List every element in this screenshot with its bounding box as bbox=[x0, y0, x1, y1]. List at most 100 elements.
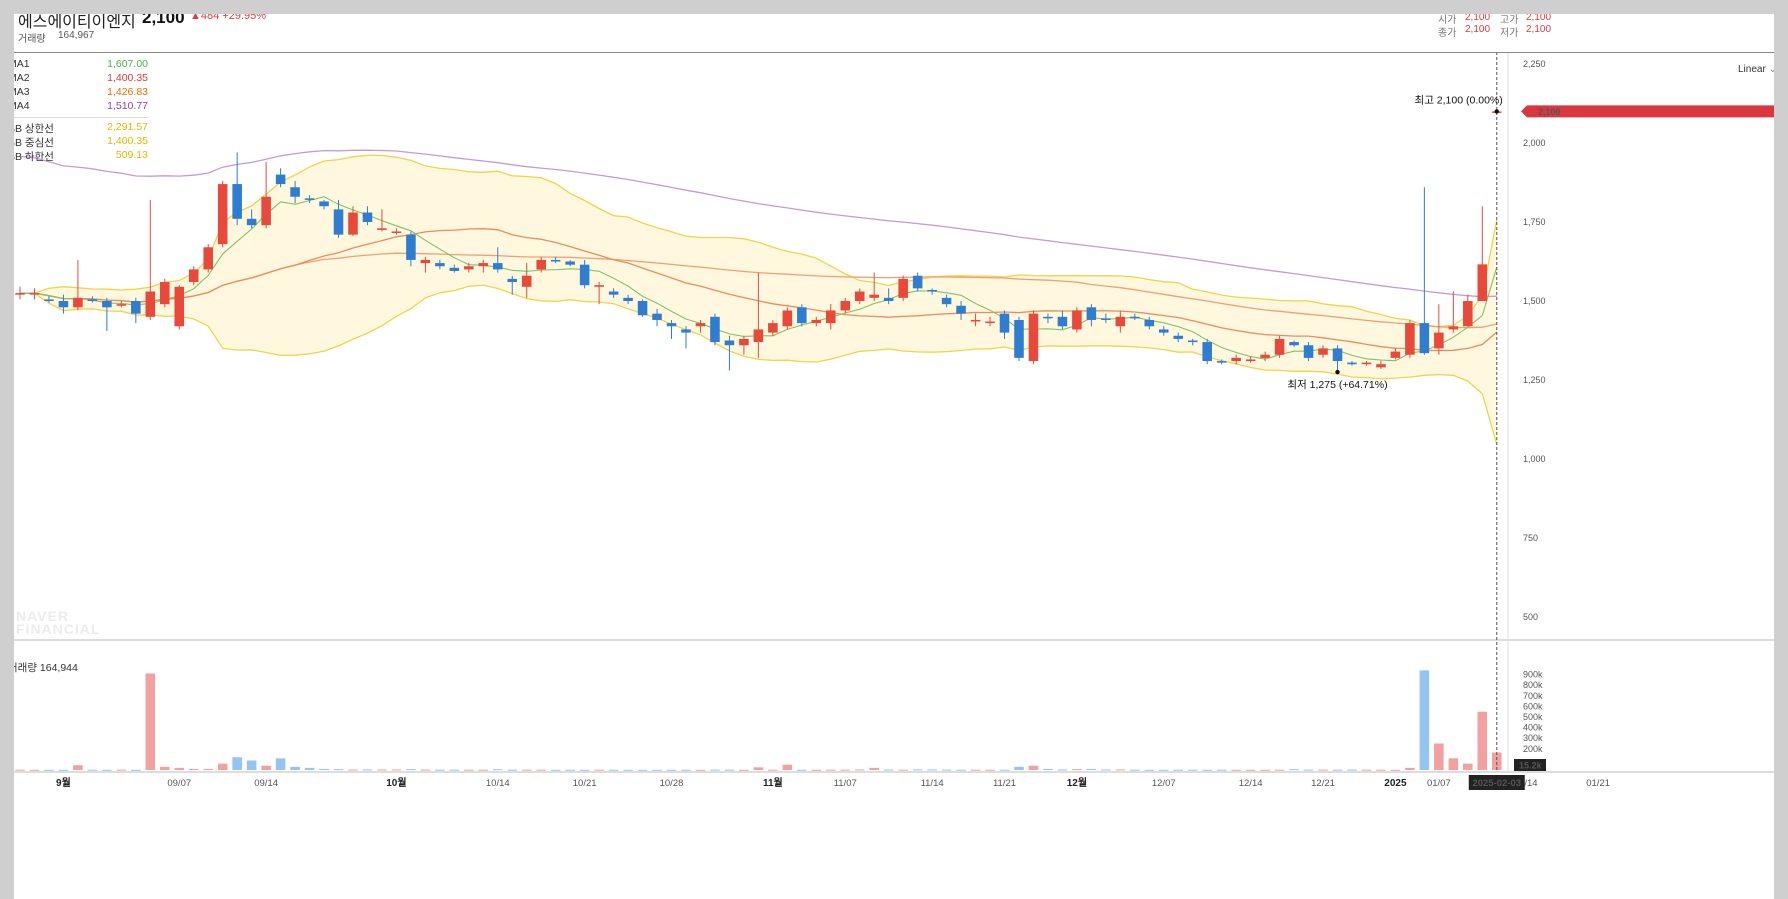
volume-bar[interactable] bbox=[999, 769, 1010, 771]
volume-bar[interactable] bbox=[1376, 769, 1386, 771]
volume-bar[interactable] bbox=[58, 769, 69, 771]
candle-body[interactable] bbox=[1086, 307, 1097, 320]
volume-bar[interactable] bbox=[145, 673, 156, 770]
volume-bar[interactable] bbox=[304, 767, 315, 770]
candle-body[interactable] bbox=[160, 282, 170, 305]
candle-body[interactable] bbox=[217, 184, 228, 245]
volume-bar[interactable] bbox=[232, 757, 242, 770]
volume-bar[interactable] bbox=[1260, 769, 1270, 771]
candle-body[interactable] bbox=[637, 301, 648, 316]
volume-bar[interactable] bbox=[1043, 768, 1053, 770]
volume-bar[interactable] bbox=[29, 769, 40, 771]
candle-body[interactable] bbox=[956, 305, 966, 314]
volume-bar[interactable] bbox=[739, 769, 749, 771]
legend-ma4[interactable]: MA4 1,510.77 bbox=[14, 100, 148, 114]
candle-body[interactable] bbox=[854, 291, 865, 301]
volume-bar[interactable] bbox=[492, 769, 503, 771]
candle-body[interactable] bbox=[73, 297, 83, 308]
volume-bar[interactable] bbox=[348, 769, 358, 771]
volume-bar[interactable] bbox=[449, 769, 460, 771]
candle-body[interactable] bbox=[188, 269, 199, 283]
candle-body[interactable] bbox=[1390, 351, 1401, 358]
candle-body[interactable] bbox=[912, 275, 923, 289]
candle-body[interactable] bbox=[87, 299, 98, 301]
volume-bar[interactable] bbox=[246, 760, 257, 770]
volume-bar[interactable] bbox=[1274, 769, 1285, 771]
volume-bar[interactable] bbox=[319, 768, 329, 770]
volume-bar[interactable] bbox=[550, 769, 561, 771]
volume-bar[interactable] bbox=[1419, 670, 1430, 770]
candle-body[interactable] bbox=[695, 323, 706, 327]
volume-bar[interactable] bbox=[362, 769, 373, 771]
volume-bar[interactable] bbox=[116, 769, 127, 771]
candle-body[interactable] bbox=[883, 297, 894, 301]
candle-body[interactable] bbox=[290, 187, 300, 197]
candle-body[interactable] bbox=[927, 289, 937, 292]
volume-bar[interactable] bbox=[1028, 765, 1039, 770]
candle-body[interactable] bbox=[825, 310, 836, 324]
candle-body[interactable] bbox=[1173, 335, 1184, 339]
candle-body[interactable] bbox=[1057, 316, 1068, 327]
candle-body[interactable] bbox=[232, 184, 242, 219]
candle-body[interactable] bbox=[1130, 316, 1140, 319]
volume-bar[interactable] bbox=[1245, 769, 1256, 771]
candle-body[interactable] bbox=[739, 338, 749, 346]
candle-body[interactable] bbox=[1477, 264, 1488, 301]
volume-bar[interactable] bbox=[1477, 711, 1488, 770]
candle-body[interactable] bbox=[652, 313, 662, 320]
candle-body[interactable] bbox=[521, 275, 532, 287]
candle-body[interactable] bbox=[174, 286, 185, 327]
candle-body[interactable] bbox=[710, 316, 720, 343]
volume-bar[interactable] bbox=[594, 769, 604, 771]
chart-canvas[interactable]: 500 750 1,000 1,250 1,500 1,750 2,000 2,250 200k… bbox=[14, 14, 1774, 899]
candle-body[interactable] bbox=[536, 259, 546, 270]
volume-bar[interactable] bbox=[710, 769, 720, 771]
candle-body[interactable] bbox=[131, 301, 141, 314]
candle-body[interactable] bbox=[579, 264, 590, 286]
candle-body[interactable] bbox=[319, 201, 329, 207]
volume-bar[interactable] bbox=[782, 764, 793, 770]
candle-body[interactable] bbox=[1028, 313, 1039, 362]
volume-bar[interactable] bbox=[1216, 769, 1227, 771]
candle-body[interactable] bbox=[15, 293, 25, 295]
candle-body[interactable] bbox=[768, 323, 778, 333]
volume-bar[interactable] bbox=[1144, 769, 1155, 771]
volume-bar[interactable] bbox=[1434, 743, 1444, 771]
candle-body[interactable] bbox=[406, 234, 416, 260]
volume-bar[interactable] bbox=[275, 758, 286, 770]
candle-body[interactable] bbox=[1043, 316, 1053, 319]
candle-body[interactable] bbox=[623, 297, 633, 301]
candle-body[interactable] bbox=[811, 319, 822, 324]
volume-bar[interactable] bbox=[579, 769, 590, 771]
volume-bar[interactable] bbox=[797, 769, 807, 771]
volume-bar[interactable] bbox=[623, 769, 633, 771]
volume-bar[interactable] bbox=[1130, 769, 1140, 771]
volume-bar[interactable] bbox=[1303, 769, 1314, 771]
volume-bar[interactable] bbox=[464, 769, 474, 771]
candle-body[interactable] bbox=[145, 291, 156, 317]
volume-bar[interactable] bbox=[1289, 769, 1299, 771]
candle-body[interactable] bbox=[44, 299, 54, 301]
candle-body[interactable] bbox=[1245, 359, 1256, 362]
candle-body[interactable] bbox=[681, 329, 691, 333]
volume-bar[interactable] bbox=[637, 769, 648, 771]
legend-bb-middle[interactable]: BB 중심선 1,400.35 bbox=[14, 135, 148, 149]
candle-body[interactable] bbox=[1332, 348, 1343, 362]
volume-bar[interactable] bbox=[768, 769, 778, 771]
volume-bar[interactable] bbox=[203, 768, 213, 770]
candle-body[interactable] bbox=[1448, 326, 1459, 330]
candle-body[interactable] bbox=[1274, 338, 1285, 355]
volume-bar[interactable] bbox=[811, 769, 822, 771]
candle-body[interactable] bbox=[1115, 316, 1126, 327]
candle-body[interactable] bbox=[724, 340, 735, 346]
candle-body[interactable] bbox=[1303, 345, 1314, 358]
candle-body[interactable] bbox=[999, 313, 1010, 333]
volume-bar[interactable] bbox=[1173, 769, 1184, 771]
candle-body[interactable] bbox=[1376, 364, 1386, 368]
candle-body[interactable] bbox=[1434, 332, 1444, 349]
volume-bar[interactable] bbox=[478, 769, 489, 771]
volume-bar[interactable] bbox=[1332, 769, 1343, 771]
candle-body[interactable] bbox=[782, 310, 793, 327]
candle-body[interactable] bbox=[797, 307, 807, 324]
volume-bar[interactable] bbox=[1115, 769, 1126, 771]
